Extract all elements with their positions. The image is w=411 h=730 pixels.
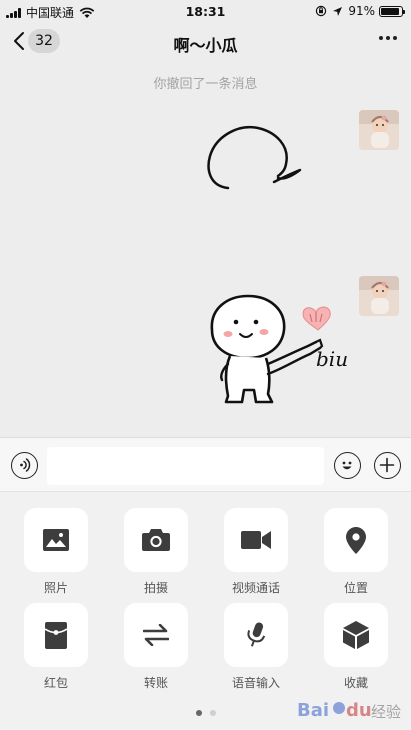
emoji-icon — [342, 461, 352, 470]
favorites-icon — [343, 621, 369, 649]
voice-icon — [20, 458, 31, 472]
battery-percent: 91% — [348, 4, 375, 18]
location-label: 位置 — [343, 581, 368, 595]
photo-label: 照片 — [43, 581, 68, 595]
avatar[interactable] — [359, 276, 399, 316]
chat-area[interactable]: 你撤回了一条消息 biu — [0, 64, 411, 437]
photo-tile — [24, 508, 88, 572]
video-call-tile — [224, 508, 288, 572]
camera-icon — [142, 529, 170, 551]
microphone-icon — [247, 622, 266, 647]
voice-input-tile — [224, 603, 288, 667]
more-options-button[interactable] — [376, 36, 397, 40]
voice-input-label: 语音输入 — [231, 676, 280, 690]
page-dot[interactable] — [209, 710, 216, 716]
transfer-icon — [143, 624, 169, 646]
avatar[interactable] — [359, 110, 399, 150]
page-dot-active[interactable] — [195, 710, 202, 716]
more-functions-button[interactable] — [374, 452, 401, 479]
svg-text:经验: 经验 — [371, 703, 401, 721]
favorites-label: 收藏 — [343, 676, 368, 690]
location-button[interactable]: 位置 — [324, 508, 388, 596]
video-call-button[interactable]: 视频通话 — [224, 508, 288, 596]
input-bar — [0, 437, 411, 492]
transfer-button[interactable]: 转账 — [124, 603, 188, 691]
function-panel: 照片 拍摄 视频通话 位置 红包 转账 语音输入 收藏 Bai du 经验 — [0, 492, 411, 730]
favorites-button[interactable]: 收藏 — [324, 603, 388, 691]
message-input[interactable] — [47, 447, 324, 485]
location-arrow-icon — [333, 6, 343, 16]
voice-button[interactable] — [11, 452, 38, 479]
voice-input-button[interactable]: 语音输入 — [224, 603, 288, 691]
baidu-jingyan-watermark: Bai du 经验 — [297, 700, 401, 721]
status-bar: 中国联通 18:31 91% — [0, 0, 411, 22]
favorites-tile — [324, 603, 388, 667]
baby-photo-avatar — [359, 276, 399, 316]
camera-label: 拍摄 — [143, 581, 168, 595]
red-packet-icon — [45, 621, 67, 649]
nav-bar: 32 啊～小瓜 — [0, 22, 411, 64]
photo-button[interactable]: 照片 — [24, 508, 88, 596]
speech-bubble-sticker[interactable] — [198, 118, 310, 194]
orientation-lock-icon — [316, 5, 327, 17]
battery-icon — [379, 5, 405, 17]
baby-photo-avatar — [359, 110, 399, 150]
status-right: 91% — [315, 4, 405, 18]
camera-button[interactable]: 拍摄 — [124, 508, 188, 596]
svg-text:Bai: Bai — [297, 700, 329, 721]
photo-icon — [43, 529, 69, 551]
biu-sticker-text: biu — [316, 347, 348, 371]
chevron-left-icon — [14, 32, 24, 50]
location-tile — [324, 508, 388, 572]
plus-icon — [379, 457, 395, 473]
red-packet-button[interactable]: 红包 — [24, 603, 88, 691]
transfer-tile — [124, 603, 188, 667]
biu-character-sticker[interactable]: biu — [198, 290, 358, 408]
transfer-label: 转账 — [143, 676, 168, 690]
red-packet-tile — [24, 603, 88, 667]
battery-fill — [381, 7, 400, 15]
recall-notice: 你撤回了一条消息 — [153, 77, 258, 92]
red-packet-label: 红包 — [43, 676, 68, 690]
location-icon — [346, 526, 366, 554]
video-call-label: 视频通话 — [231, 581, 280, 595]
chat-title: 啊～小瓜 — [173, 36, 238, 55]
unread-count-badge: 32 — [28, 29, 60, 53]
camera-tile — [124, 508, 188, 572]
back-button[interactable]: 32 — [12, 29, 60, 53]
video-call-icon — [241, 531, 271, 549]
svg-text:du: du — [346, 700, 372, 721]
emoji-button[interactable] — [334, 452, 361, 479]
